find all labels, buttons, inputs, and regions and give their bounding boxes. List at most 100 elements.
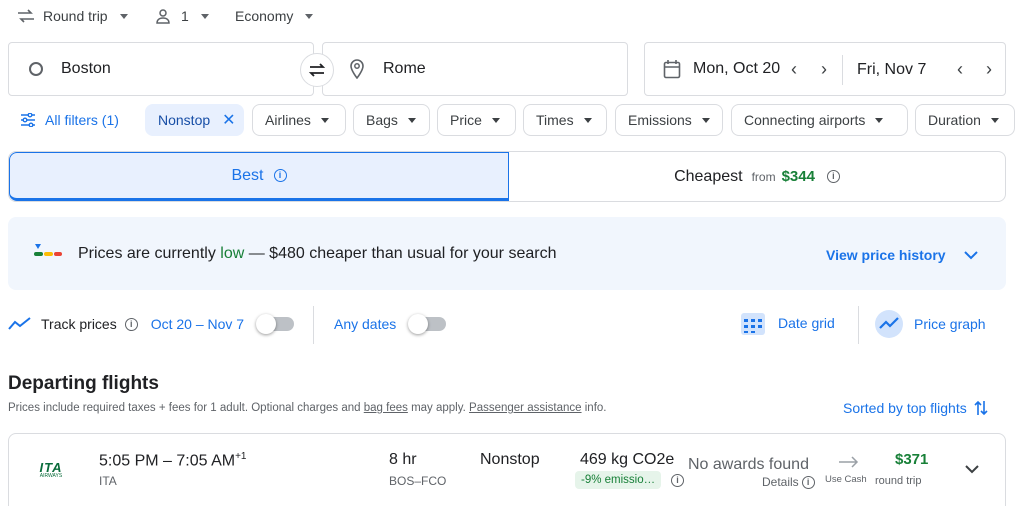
filter-chip-bags[interactable]: Bags — [353, 104, 430, 136]
origin-value: Boston — [61, 60, 111, 77]
prev-depart-date-button[interactable]: ‹ — [791, 59, 797, 80]
plus-days: +1 — [235, 451, 247, 462]
any-dates-label: Any dates — [334, 316, 397, 332]
results-note-suffix: info. — [581, 402, 607, 414]
next-return-date-button[interactable]: › — [986, 59, 992, 80]
filter-chip-label: Duration — [928, 112, 981, 128]
filter-chip-label: Times — [536, 112, 574, 128]
details-label: Details — [762, 475, 799, 489]
filter-sliders-icon — [21, 113, 35, 127]
flight-duration: 8 hr — [389, 451, 417, 468]
filter-chip-label: Airlines — [265, 112, 311, 128]
filter-chip-airlines[interactable]: Airlines — [252, 104, 346, 136]
chevron-down-icon — [875, 117, 884, 123]
chevron-down-icon — [963, 250, 978, 259]
info-icon[interactable]: i — [826, 170, 840, 183]
emissions-badge: -9% emissio… — [575, 471, 662, 489]
results-note: Prices include required taxes + fees for… — [8, 402, 606, 414]
track-date-range-toggle[interactable] — [256, 314, 295, 334]
close-icon[interactable]: ✕ — [222, 110, 235, 130]
chevron-down-icon — [305, 13, 314, 19]
chevron-down-icon — [990, 117, 999, 123]
results-note-prefix: Prices include required taxes + fees for… — [8, 402, 364, 414]
filter-chip-price[interactable]: Price — [437, 104, 516, 136]
bag-fees-link[interactable]: bag fees — [364, 402, 408, 414]
destination-input[interactable]: Rome — [322, 42, 628, 96]
view-price-history-label: View price history — [826, 247, 946, 263]
filter-chip-connecting-airports[interactable]: Connecting airports — [731, 104, 908, 136]
flight-price: $371 — [895, 451, 929, 468]
use-cash-label: Use Cash — [825, 474, 867, 485]
info-icon[interactable]: i — [273, 169, 287, 182]
tab-best[interactable]: Best i — [9, 152, 509, 201]
sort-tabs: Best i Cheapest from $344 i — [8, 151, 1006, 202]
results-note-mid: may apply. — [407, 402, 470, 414]
view-price-history-button[interactable]: View price history — [826, 247, 978, 263]
all-filters-button[interactable]: All filters (1) — [20, 112, 119, 128]
next-depart-date-button[interactable]: › — [821, 59, 827, 80]
chevron-down-icon — [491, 117, 500, 123]
swap-icon — [308, 63, 326, 77]
price-insight-prefix: Prices are currently — [78, 245, 221, 262]
info-icon[interactable]: i — [124, 317, 138, 331]
location-pin-icon — [350, 59, 364, 79]
date-divider — [842, 55, 843, 85]
trend-line-icon — [8, 317, 31, 330]
origin-input[interactable]: Boston — [8, 42, 314, 96]
results-heading: Departing flights — [8, 373, 159, 394]
track-prices: Track prices i Oct 20 – Nov 7 — [8, 314, 295, 334]
any-dates-toggle[interactable] — [408, 314, 447, 334]
price-insight-banner: Prices are currently low — $480 cheaper … — [8, 217, 1006, 290]
depart-date-field[interactable]: Mon, Oct 20 — [663, 59, 780, 79]
calendar-icon — [663, 60, 681, 79]
return-date-value[interactable]: Fri, Nov 7 — [857, 61, 926, 79]
price-insight-suffix: — $480 cheaper than usual for your searc… — [244, 245, 557, 262]
track-date-range: Oct 20 – Nov 7 — [150, 316, 245, 332]
person-icon — [156, 9, 170, 24]
prev-return-date-button[interactable]: ‹ — [957, 59, 963, 80]
chevron-down-icon — [119, 13, 128, 19]
divider — [858, 306, 859, 344]
sort-arrows-icon — [974, 400, 988, 416]
tab-cheapest-price: $344 — [781, 168, 815, 185]
trip-type-dropdown[interactable]: Round trip — [16, 8, 128, 24]
filter-chip-times[interactable]: Times — [523, 104, 607, 136]
flight-result-row[interactable]: ITA AIRWAYS 5:05 PM – 7:05 AM+1 ITA 8 hr… — [8, 433, 1006, 506]
price-level-low: low — [220, 245, 245, 262]
airline-logo: ITA AIRWAYS — [31, 460, 71, 479]
price-graph-button[interactable]: Price graph — [874, 309, 986, 339]
filter-chip-nonstop[interactable]: Nonstop ✕ — [145, 104, 244, 136]
date-range-input[interactable]: Mon, Oct 20 ‹ › Fri, Nov 7 ‹ › — [644, 42, 1006, 96]
swap-locations-button[interactable] — [300, 53, 334, 87]
flight-co2: 469 kg CO2e — [580, 451, 675, 468]
awards-status: No awards found — [688, 456, 809, 473]
price-type: round trip — [875, 475, 922, 487]
date-grid-label: Date grid — [778, 315, 835, 331]
price-graph-icon — [875, 310, 903, 338]
flight-stops: Nonstop — [480, 451, 540, 468]
passenger-assistance-link[interactable]: Passenger assistance — [469, 402, 582, 414]
arrow-right-icon — [839, 456, 859, 468]
depart-date-value: Mon, Oct 20 — [693, 60, 781, 77]
origin-circle-icon — [29, 62, 43, 76]
chevron-down-icon[interactable] — [965, 465, 979, 474]
filter-chip-label: Nonstop — [158, 112, 211, 128]
sort-by-button[interactable]: Sorted by top flights — [843, 399, 989, 417]
destination-value: Rome — [383, 60, 426, 77]
tab-best-label: Best — [231, 166, 264, 184]
cabin-class-dropdown[interactable]: Economy — [235, 8, 314, 24]
filter-chip-emissions[interactable]: Emissions — [615, 104, 723, 136]
filter-chip-label: Bags — [366, 112, 398, 128]
tab-cheapest[interactable]: Cheapest from $344 i — [509, 152, 1005, 201]
info-icon[interactable]: i — [671, 474, 684, 487]
airline-logo-subtext: AIRWAYS — [39, 473, 63, 479]
chevron-down-icon — [200, 13, 209, 19]
passengers-dropdown[interactable]: 1 — [155, 8, 209, 24]
date-grid-button[interactable]: Date grid — [740, 310, 835, 336]
filter-chip-duration[interactable]: Duration — [915, 104, 1015, 136]
chevron-down-icon — [320, 117, 329, 123]
trip-type-label: Round trip — [43, 8, 108, 24]
details-link[interactable]: Details i — [762, 475, 815, 489]
price-graph-label: Price graph — [914, 316, 986, 332]
swap-arrows-icon — [18, 9, 34, 23]
